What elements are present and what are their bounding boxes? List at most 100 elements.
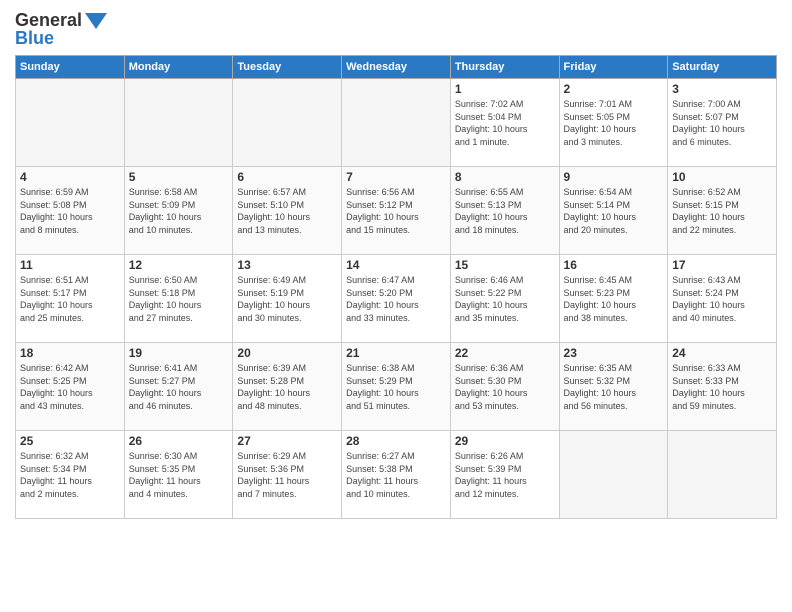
calendar-cell: 23Sunrise: 6:35 AMSunset: 5:32 PMDayligh… (559, 343, 668, 431)
day-header-saturday: Saturday (668, 56, 777, 79)
day-number: 21 (346, 346, 446, 360)
calendar-cell: 3 Sunrise: 7:00 AMSunset: 5:07 PMDaylight… (668, 79, 777, 167)
calendar-cell: 9Sunrise: 6:54 AMSunset: 5:14 PMDaylight… (559, 167, 668, 255)
calendar-cell: 8 Sunrise: 6:55 AMSunset: 5:13 PMDaylight… (450, 167, 559, 255)
day-number: 26 (129, 434, 229, 448)
logo: General Blue (15, 10, 107, 49)
day-info: Sunrise: 6:57 AMSunset: 5:10 PMDaylight:… (237, 186, 337, 236)
calendar-cell (16, 79, 125, 167)
day-number: 13 (237, 258, 337, 272)
calendar-cell: 2 Sunrise: 7:01 AMSunset: 5:05 PMDaylight… (559, 79, 668, 167)
calendar-cell: 6 Sunrise: 6:57 AMSunset: 5:10 PMDaylight… (233, 167, 342, 255)
week-row-5: 25Sunrise: 6:32 AMSunset: 5:34 PMDayligh… (16, 431, 777, 519)
day-info: Sunrise: 6:42 AMSunset: 5:25 PMDaylight:… (20, 362, 120, 412)
day-info: Sunrise: 7:01 AMSunset: 5:05 PMDaylight:… (564, 98, 664, 148)
day-number: 18 (20, 346, 120, 360)
day-number: 7 (346, 170, 446, 184)
day-number: 16 (564, 258, 664, 272)
day-info: Sunrise: 6:46 AMSunset: 5:22 PMDaylight:… (455, 274, 555, 324)
calendar-cell: 4 Sunrise: 6:59 AMSunset: 5:08 PMDaylight… (16, 167, 125, 255)
calendar-cell (233, 79, 342, 167)
day-header-thursday: Thursday (450, 56, 559, 79)
day-info: Sunrise: 6:56 AMSunset: 5:12 PMDaylight:… (346, 186, 446, 236)
day-info: Sunrise: 6:32 AMSunset: 5:34 PMDaylight:… (20, 450, 120, 500)
day-info: Sunrise: 6:33 AMSunset: 5:33 PMDaylight:… (672, 362, 772, 412)
calendar-cell: 25Sunrise: 6:32 AMSunset: 5:34 PMDayligh… (16, 431, 125, 519)
day-number: 19 (129, 346, 229, 360)
day-info: Sunrise: 6:45 AMSunset: 5:23 PMDaylight:… (564, 274, 664, 324)
day-header-sunday: Sunday (16, 56, 125, 79)
calendar-cell: 27Sunrise: 6:29 AMSunset: 5:36 PMDayligh… (233, 431, 342, 519)
day-info: Sunrise: 7:00 AMSunset: 5:07 PMDaylight:… (672, 98, 772, 148)
day-number: 20 (237, 346, 337, 360)
day-info: Sunrise: 6:35 AMSunset: 5:32 PMDaylight:… (564, 362, 664, 412)
calendar-cell: 26 Sunrise: 6:30 AMSunset: 5:35 PMDayligh… (124, 431, 233, 519)
page-container: General Blue SundayMondayTuesdayWednesda… (0, 0, 792, 524)
day-number: 8 (455, 170, 555, 184)
day-number: 4 (20, 170, 120, 184)
day-number: 22 (455, 346, 555, 360)
week-row-2: 4 Sunrise: 6:59 AMSunset: 5:08 PMDaylight… (16, 167, 777, 255)
day-info: Sunrise: 6:51 AMSunset: 5:17 PMDaylight:… (20, 274, 120, 324)
calendar-table: SundayMondayTuesdayWednesdayThursdayFrid… (15, 55, 777, 519)
day-info: Sunrise: 6:58 AMSunset: 5:09 PMDaylight:… (129, 186, 229, 236)
day-info: Sunrise: 6:59 AMSunset: 5:08 PMDaylight:… (20, 186, 120, 236)
calendar-cell: 20 Sunrise: 6:39 AMSunset: 5:28 PMDayligh… (233, 343, 342, 431)
day-info: Sunrise: 6:55 AMSunset: 5:13 PMDaylight:… (455, 186, 555, 236)
calendar-cell: 13 Sunrise: 6:49 AMSunset: 5:19 PMDayligh… (233, 255, 342, 343)
calendar-cell (668, 431, 777, 519)
calendar-cell: 22 Sunrise: 6:36 AMSunset: 5:30 PMDayligh… (450, 343, 559, 431)
calendar-cell: 14Sunrise: 6:47 AMSunset: 5:20 PMDayligh… (342, 255, 451, 343)
week-row-4: 18 Sunrise: 6:42 AMSunset: 5:25 PMDayligh… (16, 343, 777, 431)
day-number: 12 (129, 258, 229, 272)
day-info: Sunrise: 6:52 AMSunset: 5:15 PMDaylight:… (672, 186, 772, 236)
day-info: Sunrise: 6:50 AMSunset: 5:18 PMDaylight:… (129, 274, 229, 324)
calendar-cell: 15Sunrise: 6:46 AMSunset: 5:22 PMDayligh… (450, 255, 559, 343)
day-info: Sunrise: 6:54 AMSunset: 5:14 PMDaylight:… (564, 186, 664, 236)
calendar-cell: 5 Sunrise: 6:58 AMSunset: 5:09 PMDaylight… (124, 167, 233, 255)
day-info: Sunrise: 6:47 AMSunset: 5:20 PMDaylight:… (346, 274, 446, 324)
day-info: Sunrise: 6:27 AMSunset: 5:38 PMDaylight:… (346, 450, 446, 500)
calendar-cell: 1Sunrise: 7:02 AMSunset: 5:04 PMDaylight… (450, 79, 559, 167)
calendar-cell: 29 Sunrise: 6:26 AMSunset: 5:39 PMDayligh… (450, 431, 559, 519)
calendar-cell: 11 Sunrise: 6:51 AMSunset: 5:17 PMDayligh… (16, 255, 125, 343)
day-info: Sunrise: 6:49 AMSunset: 5:19 PMDaylight:… (237, 274, 337, 324)
calendar-cell (124, 79, 233, 167)
calendar-cell: 19 Sunrise: 6:41 AMSunset: 5:27 PMDayligh… (124, 343, 233, 431)
logo-chevron-icon (85, 13, 107, 29)
calendar-cell: 24Sunrise: 6:33 AMSunset: 5:33 PMDayligh… (668, 343, 777, 431)
calendar-cell: 21 Sunrise: 6:38 AMSunset: 5:29 PMDayligh… (342, 343, 451, 431)
calendar-cell (559, 431, 668, 519)
calendar-cell: 28 Sunrise: 6:27 AMSunset: 5:38 PMDayligh… (342, 431, 451, 519)
week-row-1: 1Sunrise: 7:02 AMSunset: 5:04 PMDaylight… (16, 79, 777, 167)
day-header-wednesday: Wednesday (342, 56, 451, 79)
day-header-tuesday: Tuesday (233, 56, 342, 79)
header: General Blue (15, 10, 777, 49)
calendar-cell: 12 Sunrise: 6:50 AMSunset: 5:18 PMDayligh… (124, 255, 233, 343)
day-number: 17 (672, 258, 772, 272)
day-number: 2 (564, 82, 664, 96)
calendar-cell: 7 Sunrise: 6:56 AMSunset: 5:12 PMDaylight… (342, 167, 451, 255)
day-info: Sunrise: 6:43 AMSunset: 5:24 PMDaylight:… (672, 274, 772, 324)
day-number: 11 (20, 258, 120, 272)
week-row-3: 11 Sunrise: 6:51 AMSunset: 5:17 PMDayligh… (16, 255, 777, 343)
day-number: 29 (455, 434, 555, 448)
day-info: Sunrise: 7:02 AMSunset: 5:04 PMDaylight:… (455, 98, 555, 148)
day-info: Sunrise: 6:26 AMSunset: 5:39 PMDaylight:… (455, 450, 555, 500)
logo-blue: Blue (15, 28, 54, 49)
calendar-cell: 18 Sunrise: 6:42 AMSunset: 5:25 PMDayligh… (16, 343, 125, 431)
day-header-friday: Friday (559, 56, 668, 79)
day-number: 6 (237, 170, 337, 184)
day-number: 3 (672, 82, 772, 96)
day-number: 28 (346, 434, 446, 448)
day-info: Sunrise: 6:36 AMSunset: 5:30 PMDaylight:… (455, 362, 555, 412)
header-row: SundayMondayTuesdayWednesdayThursdayFrid… (16, 56, 777, 79)
day-info: Sunrise: 6:38 AMSunset: 5:29 PMDaylight:… (346, 362, 446, 412)
day-info: Sunrise: 6:39 AMSunset: 5:28 PMDaylight:… (237, 362, 337, 412)
day-number: 5 (129, 170, 229, 184)
calendar-cell: 17 Sunrise: 6:43 AMSunset: 5:24 PMDayligh… (668, 255, 777, 343)
day-info: Sunrise: 6:29 AMSunset: 5:36 PMDaylight:… (237, 450, 337, 500)
day-info: Sunrise: 6:30 AMSunset: 5:35 PMDaylight:… (129, 450, 229, 500)
day-info: Sunrise: 6:41 AMSunset: 5:27 PMDaylight:… (129, 362, 229, 412)
calendar-cell: 16 Sunrise: 6:45 AMSunset: 5:23 PMDayligh… (559, 255, 668, 343)
